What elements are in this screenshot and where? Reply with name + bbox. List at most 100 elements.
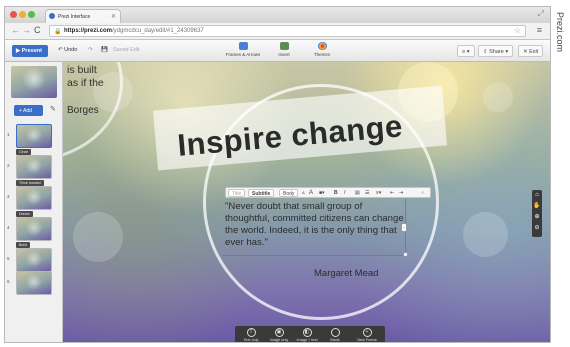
frame-label: Circle <box>16 149 32 155</box>
sidebar-frame-4[interactable]: 4 Dream <box>5 211 63 243</box>
plus-icon: + <box>362 328 372 337</box>
sidebar-frame-1[interactable]: 1 <box>5 122 63 150</box>
image-only-icon: ▣ <box>274 328 284 337</box>
fullscreen-icon[interactable]: ⤢ <box>538 9 544 19</box>
frame-thumbnail[interactable] <box>16 217 52 241</box>
browser-menu-icon[interactable]: ≡ <box>537 25 542 35</box>
frame-label: Dream <box>16 211 33 217</box>
save-button[interactable]: 💾 <box>101 47 108 53</box>
browser-tab[interactable]: Prezi Interface ✕ <box>45 9 121 23</box>
frame-sidebar: + Add ✎ 1 2 Circle 3 Think forward 4 Dre… <box>5 62 63 342</box>
sidebar-frame-6[interactable]: 6 <box>5 269 63 297</box>
source-watermark: Prezi.com <box>553 12 567 92</box>
frame-number: 2 <box>7 163 10 168</box>
zoom-out-icon[interactable]: ⊖ <box>532 223 542 234</box>
insert-label: Insert <box>278 52 290 57</box>
increase-font-button[interactable]: A <box>309 190 313 196</box>
bokeh-light <box>73 212 123 262</box>
frame-layout-bar: T Text only ▣ Image only ◧ Image + text … <box>235 326 385 342</box>
title-bar: Prezi Interface ✕ ⤢ <box>5 7 550 23</box>
reload-icon[interactable]: C <box>34 25 41 35</box>
layout-label: Blank <box>330 338 340 342</box>
save-status: Saved Edit <box>113 47 140 53</box>
layout-label: Text only <box>243 338 259 342</box>
browser-window: Prezi Interface ✕ ⤢ ← → C 🔒 https://prez… <box>4 6 551 343</box>
themes-button[interactable]: Themes <box>309 42 335 57</box>
undo-label: Undo <box>64 47 78 53</box>
present-button[interactable]: ▶ Present <box>12 45 48 57</box>
text-color-button[interactable]: ■▾ <box>319 190 325 196</box>
layout-label: Image only <box>269 338 289 342</box>
frame-thumbnail[interactable] <box>16 155 52 179</box>
close-tab-icon[interactable]: ✕ <box>111 13 116 20</box>
quote-text[interactable]: "Never doubt that small group of thought… <box>225 201 405 249</box>
previous-frame-quote: is built as if the <box>67 64 104 90</box>
close-toolbar-icon[interactable]: ‹ <box>422 190 424 196</box>
image-only-layout-button[interactable]: ▣ Image only <box>265 328 293 342</box>
forward-arrow-icon[interactable]: → <box>22 25 31 35</box>
edit-path-icon[interactable]: ✎ <box>50 105 56 113</box>
previous-quote-line: as if the <box>67 77 104 89</box>
back-arrow-icon[interactable]: ← <box>11 25 20 35</box>
frame-number: 5 <box>7 256 10 261</box>
body-style-button[interactable]: Body <box>279 189 299 197</box>
themes-icon <box>317 42 327 50</box>
zoom-in-icon[interactable]: ⊕ <box>532 212 542 223</box>
new-frame-button[interactable]: + New Frame <box>353 328 381 342</box>
settings-menu-button[interactable]: ≡ ▾ <box>457 45 475 57</box>
bokeh-light <box>483 82 513 112</box>
watermark-text: Prezi.com <box>555 12 565 53</box>
home-icon[interactable]: ⌂ <box>532 190 542 201</box>
indent-right-icon[interactable]: ⇥ <box>399 190 403 196</box>
image-text-layout-button[interactable]: ◧ Image + text <box>293 328 321 342</box>
frame-number: 1 <box>7 132 10 137</box>
image-text-icon: ◧ <box>302 328 312 337</box>
layout-label: New Frame <box>357 338 377 342</box>
maximize-window-button[interactable] <box>28 11 35 18</box>
exit-button[interactable]: ✕ Exit <box>518 45 544 57</box>
text-only-layout-button[interactable]: T Text only <box>237 328 265 342</box>
title-style-button[interactable]: Title <box>228 189 246 197</box>
url-input[interactable]: 🔒 https://prezi.com/ydgmcdcu_day/edit/#1… <box>49 25 526 37</box>
frame-thumbnail[interactable] <box>16 124 52 148</box>
sidebar-frame-2[interactable]: 2 Circle <box>5 149 63 181</box>
corner-handle[interactable] <box>403 252 408 257</box>
redo-button[interactable]: ↷ <box>88 47 93 53</box>
decrease-font-button[interactable]: A <box>302 190 305 195</box>
italic-button[interactable]: I <box>344 190 345 196</box>
bold-button[interactable]: B <box>334 190 338 196</box>
exit-label: Exit <box>529 49 539 55</box>
lock-icon: 🔒 <box>54 29 62 35</box>
address-bar-row: ← → C 🔒 https://prezi.com/ydgmcdcu_day/e… <box>5 23 550 40</box>
prezi-favicon-icon <box>49 13 55 19</box>
share-label: Share <box>489 49 504 55</box>
sidebar-frame-3[interactable]: 3 Think forward <box>5 180 63 212</box>
subtitle-style-button[interactable]: Subtitle <box>248 189 275 197</box>
themes-label: Themes <box>313 52 331 57</box>
text-resize-handle[interactable]: ↔ <box>401 223 407 232</box>
url-domain: https://prezi.com <box>64 28 113 34</box>
presentation-canvas[interactable]: is built as if the Borges Inspire change… <box>63 62 550 342</box>
share-button[interactable]: ⇪ Share ▾ <box>478 45 514 57</box>
minimize-window-button[interactable] <box>19 11 26 18</box>
close-window-button[interactable] <box>10 11 17 18</box>
add-frame-button[interactable]: + Add <box>14 105 43 116</box>
align-icon[interactable]: ≡▾ <box>376 190 381 196</box>
insert-button[interactable]: Insert <box>271 42 297 57</box>
bullet-list-icon[interactable]: ▤ <box>355 190 360 196</box>
frame-thumbnail[interactable] <box>16 186 52 210</box>
quote-author[interactable]: Margaret Mead <box>314 268 378 279</box>
frame-number: 3 <box>7 194 10 199</box>
undo-button[interactable]: ↶ Undo <box>58 47 77 53</box>
outdent-icon[interactable]: ⇤ <box>390 190 394 196</box>
frame-label: Build <box>16 242 30 248</box>
frames-arrows-button[interactable]: Frames & Arrows <box>223 42 263 57</box>
hand-icon[interactable]: ✋ <box>532 201 542 212</box>
previous-frame-author: Borges <box>67 105 99 116</box>
indent-icon[interactable]: ☰ <box>365 190 369 196</box>
blank-layout-button[interactable]: Blank <box>321 328 349 342</box>
bookmark-star-icon[interactable]: ☆ <box>514 26 521 35</box>
layout-label: Image + text <box>296 338 318 342</box>
overview-thumbnail[interactable] <box>11 66 57 98</box>
frame-thumbnail[interactable] <box>16 271 52 295</box>
